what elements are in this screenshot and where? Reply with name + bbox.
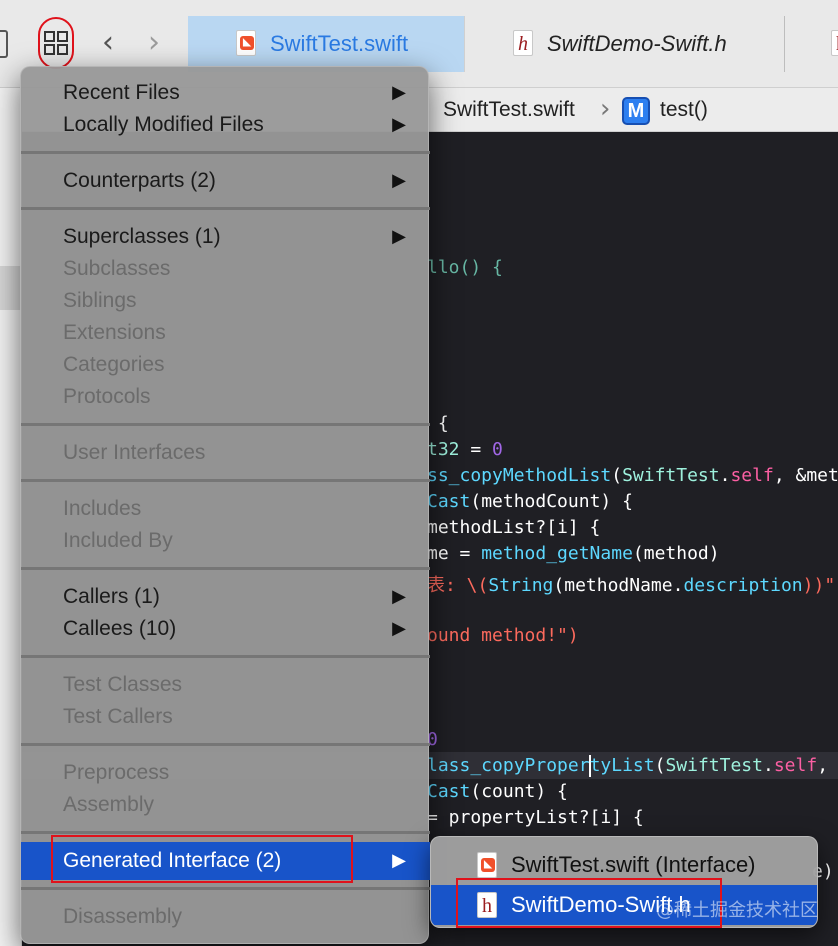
menu-item-locally-modified[interactable]: Locally Modified Files ▶ [21,109,430,141]
menu-item-included-by: Included By [63,529,173,552]
menu-separator [21,655,430,658]
swift-file-icon: ◣ [477,852,497,878]
menu-item-assembly: Assembly [63,793,155,816]
menu-separator [21,151,430,154]
menu-item-callees[interactable]: Callees (10) ▶ [21,613,430,645]
menu-item-test-classes: Test Classes [63,673,183,696]
tab-label: SwiftTest.swift [270,31,409,56]
menu-item-includes: Includes [63,497,142,520]
menu-item-protocols: Protocols [63,385,151,408]
menu-item-recent-files[interactable]: Recent Files ▶ [21,77,430,109]
jumpbar-method[interactable]: test() [660,88,708,132]
submenu-arrow-icon: ▶ [392,850,406,871]
tab-swifttest[interactable]: ◣ SwiftTest.swift [188,16,464,72]
header-file-icon: h [513,30,533,56]
code-line: ss_copyMethodList(SwiftTest.self, &met [427,465,838,486]
submenu-arrow-icon: ▶ [392,586,406,607]
submenu-arrow-icon: ▶ [392,82,406,103]
code-line: ound method!") [427,625,579,646]
menu-item-test-callers: Test Callers [63,705,173,728]
menu-item-counterparts[interactable]: Counterparts (2) ▶ [21,165,430,197]
menu-item-subclasses: Subclasses [63,257,171,280]
tab-swiftdemo-header[interactable]: h SwiftDemo-Swift.h [464,16,784,72]
code-line: Cast(count) { [427,781,568,802]
menu-item-user-interfaces: User Interfaces [63,441,206,464]
header-file-icon: h [831,30,838,56]
code-line: = propertyList?[i] { [427,807,644,828]
tab-label: SwiftDemo-Swift.h [547,31,727,56]
code-line: me = method_getName(method) [427,543,720,564]
submenu-arrow-icon: ▶ [392,114,406,135]
swift-file-icon: ◣ [236,30,256,56]
code-line: Cast(methodCount) { [427,491,633,512]
code-line: t32 = 0 [427,439,503,460]
navigator-selection [0,266,22,310]
submenu-arrow-icon: ▶ [392,226,406,247]
menu-item-siblings: Siblings [63,289,137,312]
submenu-arrow-icon: ▶ [392,170,406,191]
menu-separator [21,207,430,210]
navigator-toggle-icon[interactable] [0,30,8,58]
code-line: 表: \(String(methodName.description))" [427,575,836,596]
code-line: { [427,413,449,434]
code-line: llo() { [427,257,503,278]
chevron-right-icon: › [600,94,611,124]
menu-item-extensions: Extensions [63,321,166,344]
method-badge-icon: M [622,97,650,125]
menu-separator [21,831,430,834]
menu-separator [21,423,430,426]
code-line: methodList?[i] { [427,517,601,538]
related-items-grid-icon [44,31,68,55]
watermark: @稀土掘金技术社区 [656,900,818,921]
xcode-window: ‹ › ◣ SwiftTest.swift h SwiftDemo-Swift.… [0,0,838,946]
jumpbar-file[interactable]: SwiftTest.swift [443,88,575,132]
submenu-arrow-icon: ▶ [392,618,406,639]
related-items-menu: Recent Files ▶ Locally Modified Files ▶ Co… [20,66,430,944]
menu-separator [21,479,430,482]
annotation-box-generated-interface [51,835,353,883]
menu-item-disassembly: Disassembly [63,905,183,928]
forward-arrow-icon[interactable]: › [144,28,164,58]
menu-item-categories: Categories [63,353,165,376]
menu-separator [21,743,430,746]
menu-item-preprocess: Preprocess [63,761,170,784]
menu-separator [21,887,430,890]
tab-overflow[interactable]: h [784,16,838,72]
related-items-button[interactable] [38,17,74,69]
menu-item-superclasses[interactable]: Superclasses (1) ▶ [21,221,430,253]
navigator-edge [0,88,22,946]
code-line: lass_copyPropertyList(SwiftTest.self, [427,755,829,777]
menu-separator [21,567,430,570]
back-arrow-icon[interactable]: ‹ [98,28,118,58]
menu-item-callers[interactable]: Callers (1) ▶ [21,581,430,613]
